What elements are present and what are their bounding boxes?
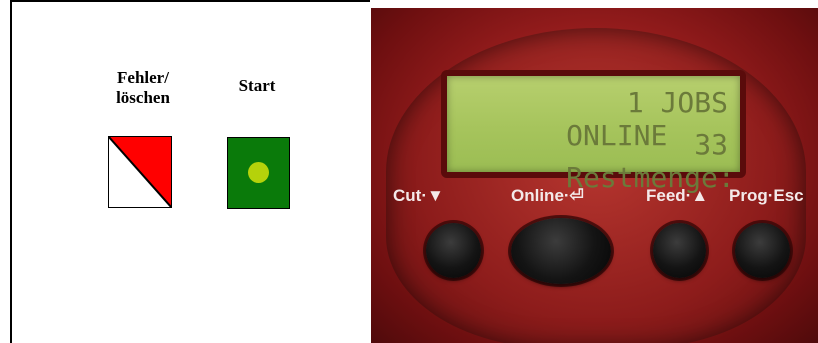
prog-key-button[interactable]	[735, 223, 790, 278]
error-clear-label: Fehler/ löschen	[116, 68, 170, 107]
printer-panel-photo: ONLINE 1 JOBS Restmenge: 33 Cut·▼ Online…	[371, 8, 818, 343]
control-diagram: Fehler/ löschen Start	[10, 0, 370, 343]
lcd-remaining-value: 33	[694, 128, 728, 161]
start-label: Start	[238, 76, 276, 95]
lcd-display: ONLINE 1 JOBS Restmenge: 33	[441, 70, 746, 194]
cut-key-button[interactable]	[426, 223, 481, 278]
cut-key-label: Cut·▼	[393, 186, 444, 205]
prog-key-label: Prog·Esc	[729, 186, 804, 205]
online-key-label: Online·⏎	[511, 186, 584, 205]
lcd-jobs: 1 JOBS	[626, 86, 728, 119]
error-clear-button[interactable]	[107, 135, 173, 209]
error-indicator-icon	[107, 135, 173, 209]
start-led-icon	[248, 162, 269, 183]
online-key-button[interactable]	[511, 218, 611, 284]
feed-key-label: Feed·▲	[646, 186, 709, 205]
start-button[interactable]	[227, 137, 290, 209]
feed-key-button[interactable]	[653, 223, 706, 278]
